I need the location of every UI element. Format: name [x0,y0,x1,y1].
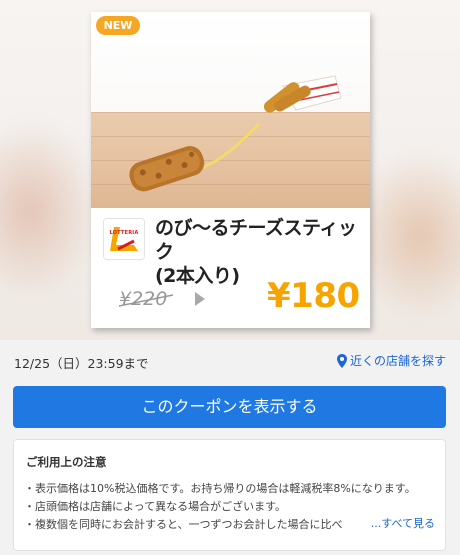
strikethrough-line [118,294,174,307]
expiry-date: 12/25（日）23:59まで [14,356,149,371]
arrow-right-icon [195,292,205,306]
find-store-label: 近くの店舗を探す [349,354,446,368]
location-pin-icon [336,353,347,368]
note-item: ・表示価格は10%税込価格です。お持ち帰りの場合は軽減税率8%になります。 [24,482,416,495]
logo-text: LOTTERIA [109,230,139,236]
discount-price: ¥180 [267,276,360,316]
new-badge: NEW [96,16,140,35]
product-title-line1: のび～るチーズスティック [155,217,357,263]
note-item: ・店頭価格は店舗によって異なる場合がございます。 [24,500,287,513]
coupon-card[interactable]: NEW LOTTERIA のび～るチーズスティック (2本入り) ¥220 ¥1… [91,12,370,328]
see-all-link[interactable]: ...すべて見る [366,515,435,531]
hero-banner: NEW LOTTERIA のび～るチーズスティック (2本入り) ¥220 ¥1… [0,0,460,340]
notes-title: ご利用上の注意 [26,455,107,469]
cheese-stick-image [129,75,342,192]
lotteria-logo: LOTTERIA [103,218,145,260]
show-coupon-button[interactable]: このクーポンを表示する [13,386,446,428]
note-item: ・複数個を同時にお会計すると、一つずつお会計した場合に比べ [24,518,343,531]
coupon-meta-row: 12/25（日）23:59まで 近くの店舗を探す [0,348,460,376]
lotteria-logo-mark-icon [104,219,144,259]
usage-notes-panel: ご利用上の注意 ・表示価格は10%税込価格です。お持ち帰りの場合は軽減税率8%に… [13,439,446,551]
find-store-link[interactable]: 近くの店舗を探す [336,352,446,369]
hero-background-blur-left [0,120,100,300]
product-photo: NEW [91,12,370,208]
